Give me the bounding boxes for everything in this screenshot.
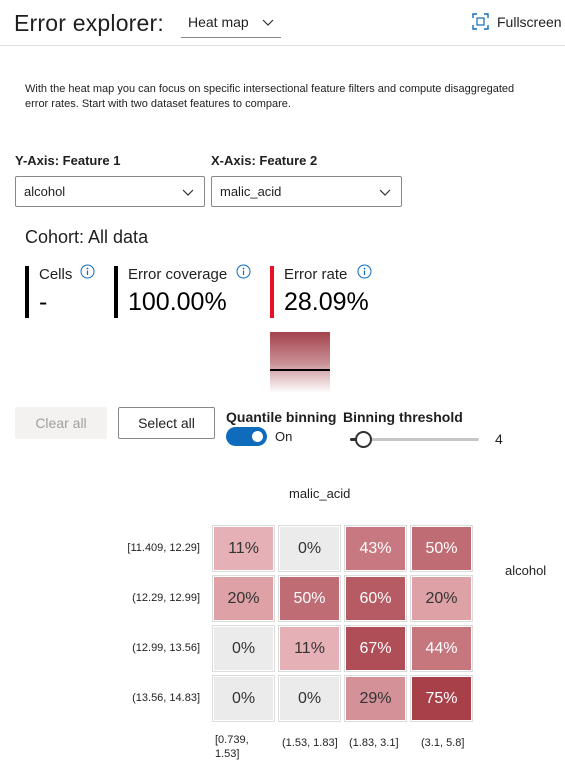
page-title: Error explorer:: [14, 10, 164, 36]
cells-value: -: [39, 288, 48, 316]
heatmap-row-label: (13.56, 14.83]: [132, 692, 200, 704]
heatmap-cell[interactable]: 75%: [410, 675, 473, 722]
heatmap-cell[interactable]: 11%: [212, 525, 275, 572]
binning-threshold-label: Binning threshold: [343, 409, 463, 425]
heatmap-cell[interactable]: 20%: [410, 575, 473, 622]
heatmap-cell[interactable]: 50%: [410, 525, 473, 572]
cells-label: Cells: [39, 266, 73, 283]
quantile-binning-toggle[interactable]: [226, 427, 267, 446]
y-axis-feature-select[interactable]: alcohol: [15, 176, 205, 207]
chevron-down-icon: [262, 19, 274, 26]
heatmap-cell[interactable]: 29%: [344, 675, 407, 722]
heatmap-cell[interactable]: 60%: [344, 575, 407, 622]
fullscreen-label: Fullscreen: [497, 13, 562, 30]
error-rate-label: Error rate: [284, 266, 348, 283]
y-axis-label: Y-Axis: Feature 1: [15, 153, 121, 168]
select-all-button[interactable]: Select all: [118, 407, 215, 439]
error-rate-value: 28.09%: [284, 288, 369, 316]
heatmap-cell[interactable]: 50%: [278, 575, 341, 622]
heatmap-col-label: (1.53, 1.83]: [282, 737, 338, 749]
heatmap-cell[interactable]: 11%: [278, 625, 341, 672]
heatmap-x-feature: malic_acid: [289, 486, 351, 501]
metric-bar: [270, 266, 274, 318]
heatmap-cell[interactable]: 0%: [212, 625, 275, 672]
heatmap-cell[interactable]: 0%: [212, 675, 275, 722]
heatmap-col-label: [0.739, 1.53]: [215, 734, 249, 760]
info-icon[interactable]: [80, 264, 95, 279]
top-bar: Error explorer: Heat map Fullscreen: [0, 0, 565, 46]
toggle-knob: [252, 431, 263, 442]
metric-bar: [114, 266, 118, 318]
error-rate-legend-marker: [270, 369, 330, 371]
error-rate-legend: [270, 332, 330, 393]
binning-threshold-value: 4: [495, 431, 503, 447]
y-axis-feature-value: alcohol: [24, 184, 66, 199]
cohort-title: Cohort: All data: [25, 227, 149, 247]
heatmap-cell[interactable]: 44%: [410, 625, 473, 672]
error-coverage-label: Error coverage: [128, 266, 228, 283]
heatmap-col-label: (3.1, 5.8]: [421, 737, 465, 749]
heatmap-row-label: [11.409, 12.29]: [127, 542, 200, 554]
heatmap-row-label: (12.99, 13.56]: [132, 642, 200, 654]
quantile-binning-state: On: [275, 429, 293, 444]
heatmap-description: With the heat map you can focus on speci…: [25, 83, 515, 110]
view-dropdown-value: Heat map: [188, 14, 249, 30]
info-icon[interactable]: [236, 264, 251, 279]
heatmap-cell[interactable]: 20%: [212, 575, 275, 622]
heatmap-cell[interactable]: 67%: [344, 625, 407, 672]
info-icon[interactable]: [357, 264, 372, 279]
chevron-down-icon: [182, 189, 194, 196]
view-dropdown[interactable]: Heat map: [181, 11, 281, 38]
x-axis-label: X-Axis: Feature 2: [211, 153, 318, 168]
chevron-down-icon: [379, 189, 391, 196]
heatmap-col-label: (1.83, 3.1]: [349, 737, 399, 749]
heatmap-cell[interactable]: 0%: [278, 675, 341, 722]
clear-all-button[interactable]: Clear all: [15, 407, 107, 439]
binning-threshold-thumb[interactable]: [355, 431, 372, 448]
x-axis-feature-value: malic_acid: [220, 184, 282, 199]
quantile-binning-label: Quantile binning: [226, 409, 337, 425]
heatmap-cell[interactable]: 43%: [344, 525, 407, 572]
heatmap-row-label: (12.29, 12.99]: [132, 592, 200, 604]
heatmap-y-feature: alcohol: [505, 563, 547, 578]
fullscreen-button[interactable]: Fullscreen: [472, 13, 562, 30]
x-axis-feature-select[interactable]: malic_acid: [211, 176, 402, 207]
heatmap-cell[interactable]: 0%: [278, 525, 341, 572]
metric-bar: [25, 266, 29, 318]
error-coverage-value: 100.00%: [128, 288, 227, 316]
fullscreen-icon: [472, 13, 489, 30]
